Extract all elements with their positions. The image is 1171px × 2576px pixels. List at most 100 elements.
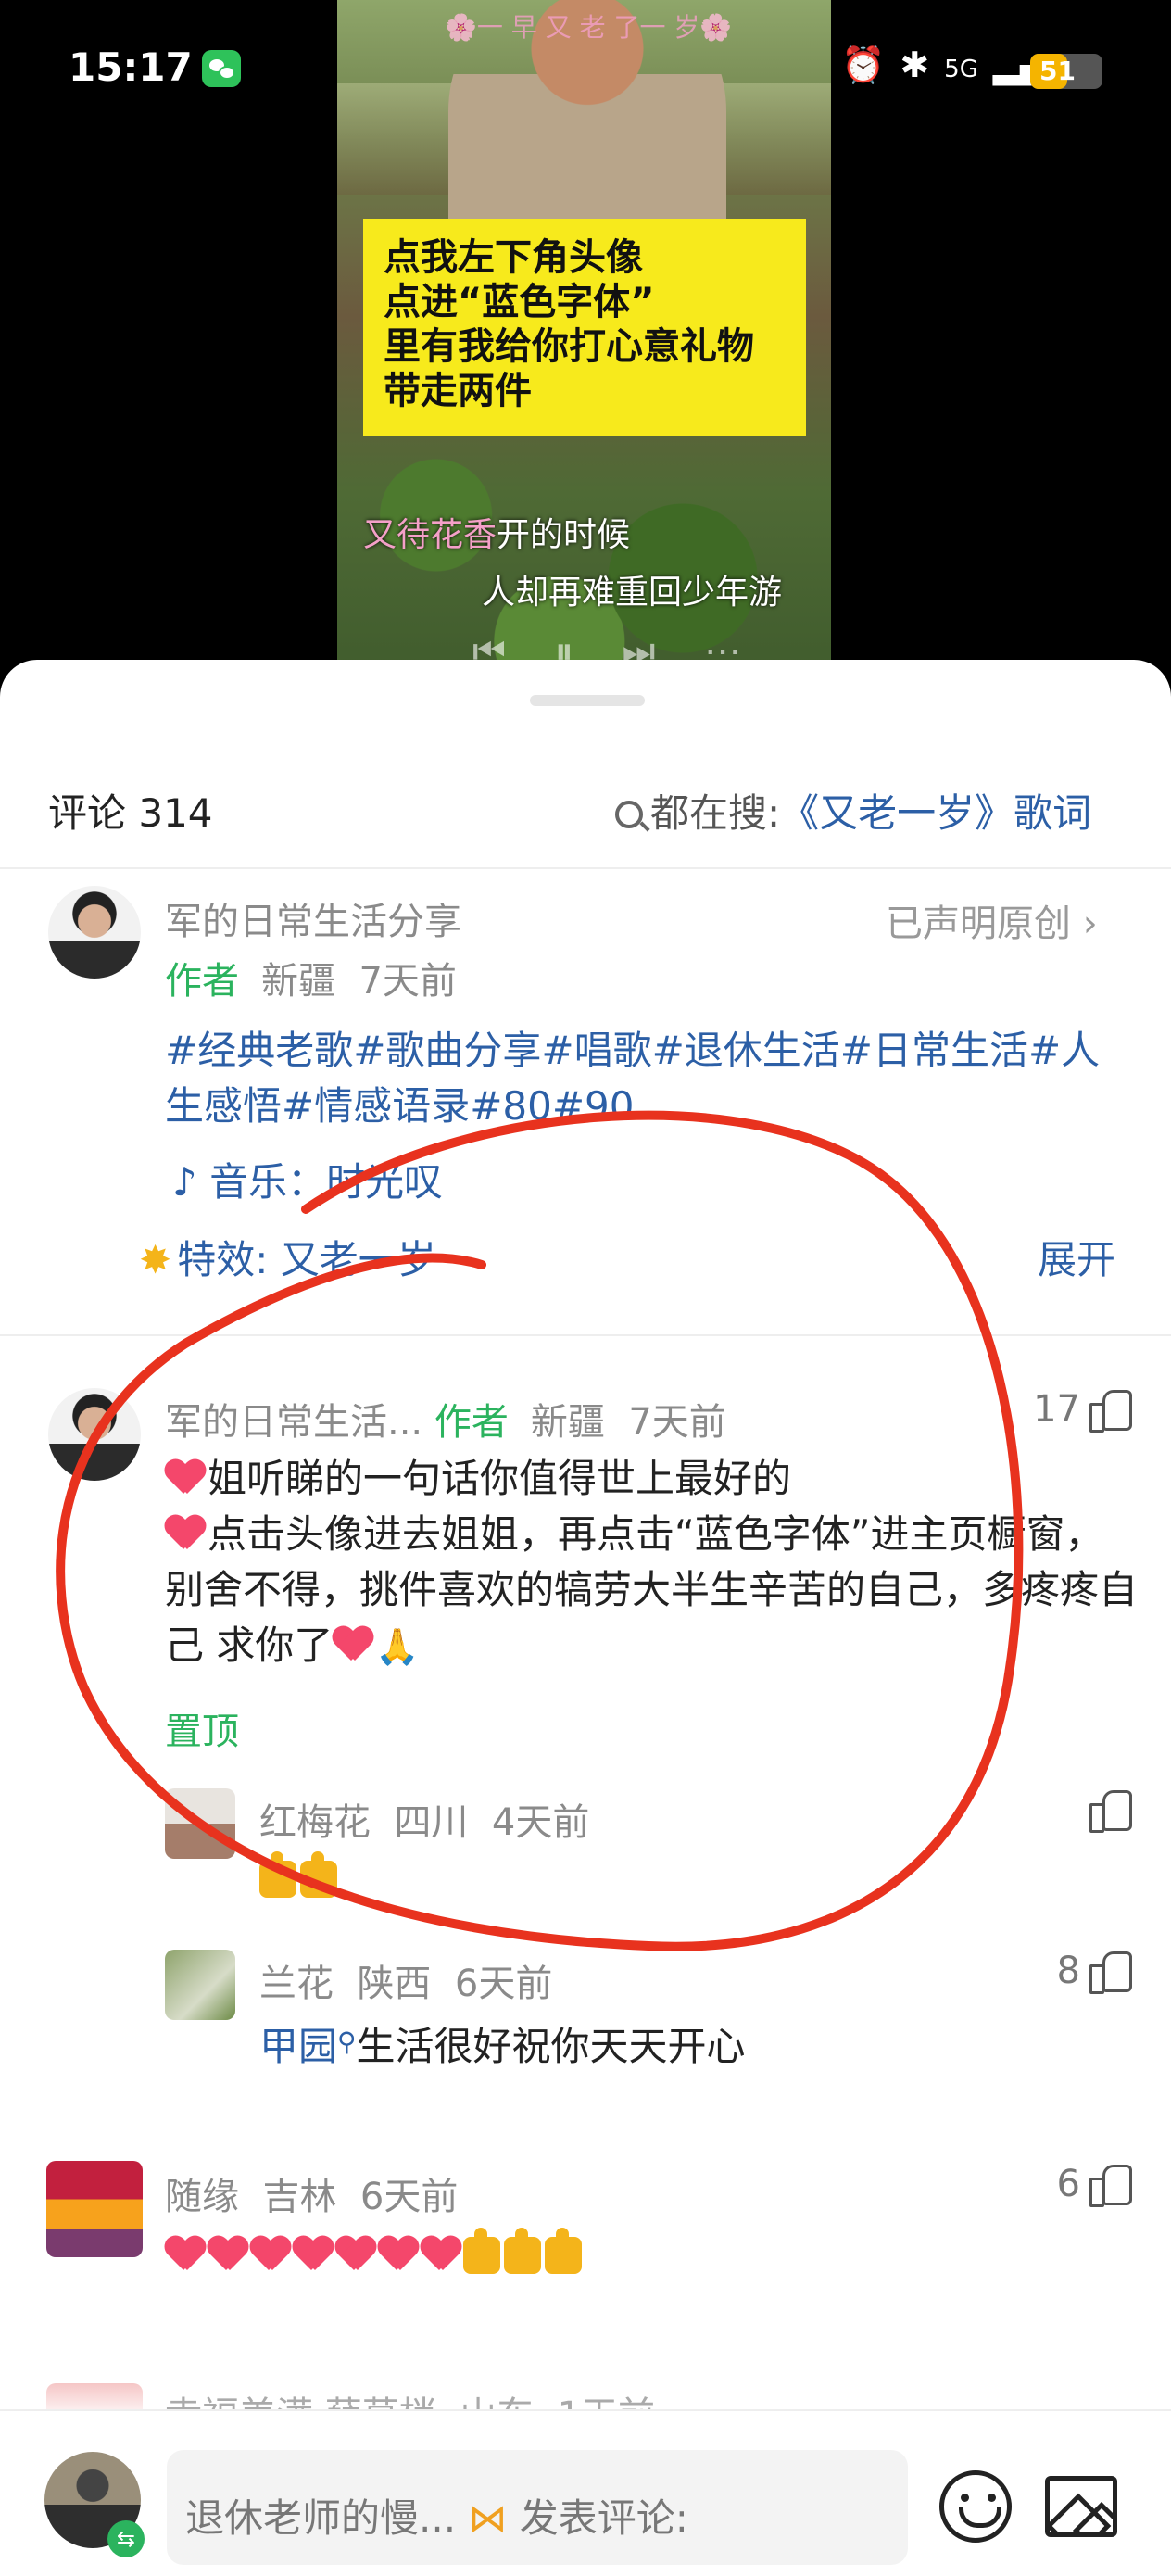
comment-sheet: 评论 314 都在搜:《又老一岁》歌词 军的日常生活分享 已声明原创 › 作者新… (0, 660, 1171, 2576)
divider (0, 867, 1171, 869)
comment-location: 四川 (394, 1801, 469, 1844)
music-link[interactable]: ♪ 音乐：时光叹 (172, 1151, 443, 1207)
comment-header: 军的日常生活... 作者 新疆 7天前 (165, 1392, 726, 1446)
comment-avatar[interactable] (48, 1388, 141, 1481)
thumbs-up-icon (1089, 1950, 1132, 1994)
commenter-name[interactable]: 随缘 (165, 2176, 239, 2218)
heart-icon (335, 2237, 376, 2274)
heart-icon (165, 2237, 206, 2274)
post-time: 7天前 (359, 960, 457, 1003)
like-count: 17 (1033, 1388, 1080, 1431)
post-meta: 作者 新疆 7天前 (165, 951, 457, 1004)
commenter-name[interactable]: 兰花 (259, 1963, 334, 2005)
reply-text (259, 1851, 341, 1907)
comment-placeholder[interactable]: 退休老师的慢... ⋈ 发表评论: (185, 2487, 688, 2544)
overlay-line: 带走两件 (384, 370, 532, 412)
pray-icon: 🙏 (375, 1626, 420, 1667)
image-icon[interactable] (1045, 2476, 1117, 2537)
battery-level: 51 (1039, 56, 1076, 86)
comment-text: 姐听睇的一句话你值得世上最好的 点击头像进去姐姐，再点击“蓝色字体”进主页橱窗，… (165, 1451, 1138, 1674)
wechat-icon (202, 50, 241, 87)
lyric-rest: 开的时候 (497, 516, 631, 554)
signal-icon: 5G (944, 56, 978, 83)
divider (0, 1334, 1171, 1336)
comment-avatar[interactable] (46, 2161, 143, 2257)
placeholder-author: 退休老师的慢... (185, 2495, 457, 2541)
heart-icon (293, 2237, 334, 2274)
thumbs-up-emoji (504, 2228, 541, 2274)
effect-link[interactable]: ✸ 特效: 又老一岁 (139, 1229, 436, 1285)
comment-location: 陕西 (357, 1963, 432, 2005)
comment-input-bar: ⇆ 退休老师的慢... ⋈ 发表评论: (0, 2409, 1171, 2576)
status-time: 15:17 (69, 44, 193, 90)
author-avatar[interactable] (48, 886, 141, 979)
thumbs-up-emoji (545, 2228, 582, 2274)
alarm-icon: ⏰ (841, 44, 886, 85)
comment-time: 7天前 (628, 1401, 726, 1444)
overlay-line: 点进“蓝色字体” (384, 281, 655, 323)
effect-label: 特效: 又老一岁 (177, 1237, 436, 1282)
drag-handle[interactable] (530, 695, 645, 706)
reply-header: 兰花 陕西 6天前 (259, 1953, 552, 2007)
commenter-name[interactable]: 红梅花 (259, 1801, 371, 1844)
reply-header: 红梅花 四川 4天前 (259, 1792, 589, 1846)
comment-time: 4天前 (491, 1801, 590, 1844)
heart-icon (208, 2237, 248, 2274)
thumbs-up-emoji (259, 1851, 296, 1898)
like-button[interactable]: 6 (982, 2163, 1132, 2207)
bluetooth-icon: ✱ (900, 44, 930, 85)
search-link[interactable]: 甲园⚲ (259, 2024, 357, 2069)
overlay-line: 点我左下角头像 (384, 236, 643, 279)
overlay-line: 里有我给你打心意礼物 (384, 325, 754, 368)
reply-avatar[interactable] (165, 1788, 235, 1859)
video-overlay-text: 点我左下角头像 点进“蓝色字体” 里有我给你打心意礼物 带走两件 (363, 219, 806, 436)
comment-location: 吉林 (262, 2176, 337, 2218)
lyric-highlight: 又待花香 (363, 516, 497, 554)
search-small-icon: ⚲ (337, 2027, 357, 2057)
hot-search-link[interactable]: 都在搜:《又老一岁》歌词 (615, 782, 1091, 839)
comment-text (165, 2228, 586, 2283)
like-count: 6 (1056, 2163, 1080, 2205)
thumbs-up-icon (1089, 2163, 1132, 2207)
reply-avatar[interactable] (165, 1950, 235, 2020)
post-location: 新疆 (261, 960, 335, 1003)
comment-line-1: 姐听睇的一句话你值得世上最好的 (208, 1456, 792, 1501)
lyric-line-1: 又待花香开的时候 (363, 508, 630, 556)
screen: 🌸一 早 又 老 了一 岁🌸 点我左下角头像 点进“蓝色字体” 里有我给你打心意… (0, 0, 1171, 2576)
heart-icon (378, 2237, 419, 2274)
switch-account-icon[interactable]: ⇆ (107, 2520, 145, 2557)
thumbs-up-icon (1089, 1788, 1132, 1833)
thumbs-up-emoji (463, 2228, 500, 2274)
emoji-icon[interactable] (939, 2470, 1012, 2543)
commenter-name[interactable]: 军的日常生活... (165, 1401, 422, 1444)
like-button[interactable]: 17 (982, 1388, 1132, 1433)
pinned-label: 置顶 (165, 1711, 239, 1753)
like-button[interactable]: 8 (982, 1950, 1132, 1994)
post-hashtags[interactable]: #经典老歌#歌曲分享#唱歌#退休生活#日常生活#人生感悟#情感语录#80#90 (165, 1023, 1128, 1134)
expand-button[interactable]: 展开 (1038, 1229, 1115, 1285)
post-author-name[interactable]: 军的日常生活分享 (165, 891, 461, 945)
status-bar: 15:17 ⏰✱5G▂▄▆ 51 (0, 37, 1171, 102)
heart-icon (333, 1627, 373, 1664)
search-term: 《又老一岁》歌词 (780, 790, 1092, 836)
comment-time: 6天前 (454, 1963, 553, 2005)
butterfly-icon: ⋈ (456, 2495, 520, 2541)
search-link-text: 甲园 (259, 2024, 338, 2069)
effect-icon: ✸ (139, 1237, 172, 1282)
heart-icon (421, 2237, 461, 2274)
comment-time: 6天前 (359, 2176, 459, 2218)
heart-icon (165, 1460, 206, 1497)
placeholder-cta: 发表评论: (519, 2495, 688, 2541)
comment-count-title: 评论 314 (48, 790, 213, 836)
original-declared[interactable]: 已声明原创 › (886, 893, 1098, 947)
reply-text: 甲园⚲生活很好祝你天天开心 (259, 2014, 746, 2075)
comment-location: 新疆 (530, 1401, 605, 1444)
like-button[interactable] (982, 1788, 1132, 1833)
battery-icon: 51 (1030, 54, 1102, 89)
heart-icon (250, 2237, 291, 2274)
author-badge: 作者 (434, 1401, 509, 1444)
comment-line-2: 点击头像进去姐姐，再点击“蓝色字体”进主页橱窗，别舍不得，挑件喜欢的犒劳大半生辛… (165, 1511, 1139, 1668)
author-badge: 作者 (165, 960, 239, 1003)
like-count: 8 (1056, 1950, 1080, 1992)
heart-icon (165, 1516, 206, 1553)
